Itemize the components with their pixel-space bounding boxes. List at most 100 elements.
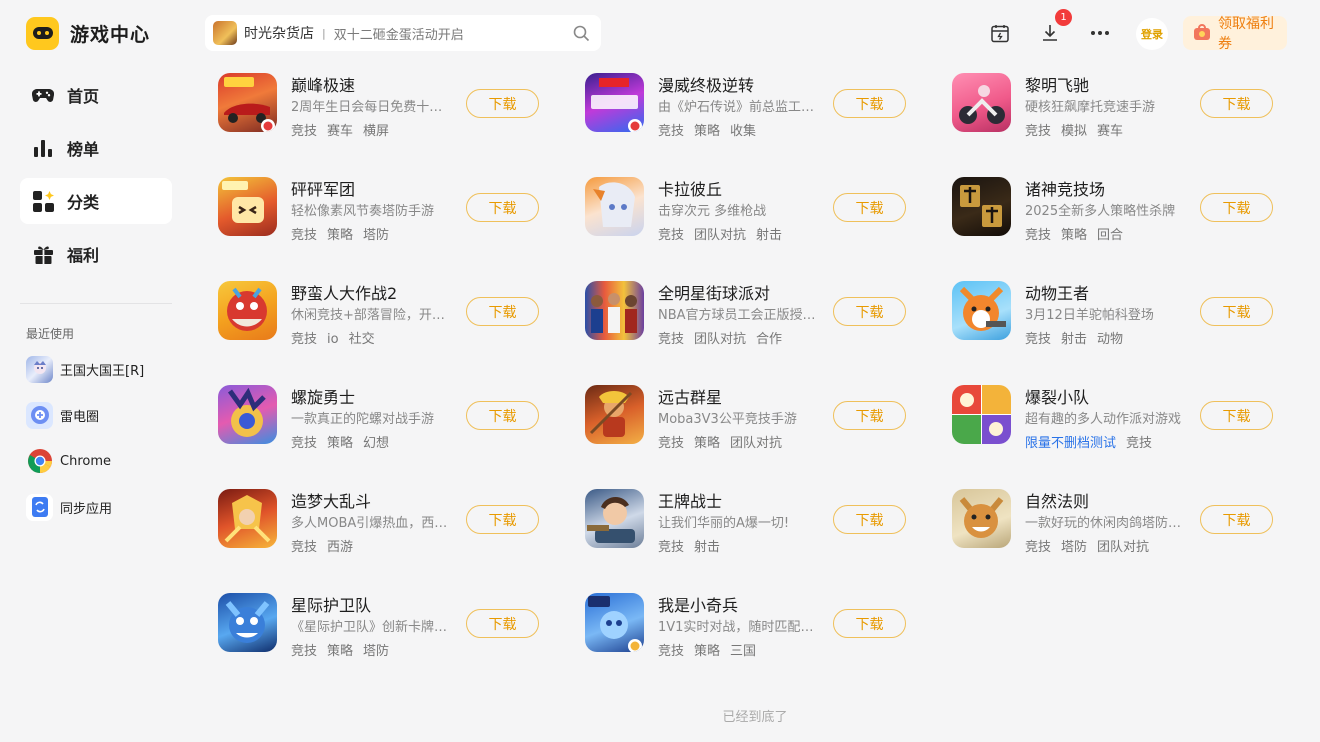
game-tag: 射击 — [694, 540, 721, 555]
game-tag: 团队对抗 — [730, 436, 783, 451]
download-button[interactable]: 下载 — [833, 193, 906, 222]
game-card[interactable]: 造梦大乱斗 多人MOBA引爆热血，西游群英集结 竞技西游 下载 — [218, 488, 548, 555]
game-tag: 塔防 — [363, 644, 390, 659]
game-card[interactable]: 漫威终极逆转 由《炉石传说》前总监工作室打造 竞技策略收集 下载 — [585, 72, 915, 139]
recent-item[interactable]: 雷电圈 — [26, 401, 176, 429]
game-tags: 竞技 射击 动物 — [1025, 328, 1133, 347]
sidebar-item-welfare[interactable]: 福利 — [20, 231, 172, 277]
game-card[interactable]: 卡拉彼丘 击穿次元 多维枪战 竞技 团队对抗 射击 下载 — [585, 176, 915, 243]
game-tags: 竞技 团队对抗 射击 — [658, 224, 792, 243]
game-icon — [952, 281, 1011, 340]
coupon-button[interactable]: 领取福利券 — [1183, 16, 1287, 52]
download-button[interactable]: 下载 — [833, 401, 906, 430]
sidebar-item-category[interactable]: 分类 — [20, 178, 172, 224]
game-desc: 硬核狂飙摩托竞速手游 — [1025, 100, 1156, 115]
search-shop-name: 时光杂货店 — [244, 26, 314, 42]
game-desc: 超有趣的多人动作派对游戏 — [1025, 412, 1182, 427]
download-button[interactable]: 下载 — [833, 609, 906, 638]
game-name: 星际护卫队 — [291, 596, 372, 615]
download-button[interactable]: 下载 — [833, 297, 906, 326]
game-icon — [952, 385, 1011, 444]
calendar-icon[interactable] — [987, 20, 1013, 46]
game-tag: 竞技 — [1025, 540, 1052, 555]
game-tag: 策略 — [327, 644, 354, 659]
sidebar-divider — [20, 303, 172, 304]
download-button[interactable]: 下载 — [1200, 505, 1273, 534]
game-card[interactable]: 黎明飞驰 硬核狂飙摩托竞速手游 竞技 模拟 赛车 下载 — [952, 72, 1282, 139]
game-name: 巅峰极速 — [291, 76, 356, 95]
game-name: 砰砰军团 — [291, 180, 356, 199]
game-desc: 2周年生日会每日免费十连抽 — [291, 100, 454, 115]
game-card[interactable]: 诸神竞技场 2025全新多人策略性杀牌 竞技 策略 回合 下载 — [952, 176, 1282, 243]
game-tags: 竞技 策略 幻想 — [291, 432, 399, 451]
game-card[interactable]: 螺旋勇士 一款真正的陀螺对战手游 竞技 策略 幻想 下载 — [218, 384, 548, 451]
game-tags: 限量不删档测试 竞技 — [1025, 432, 1162, 451]
sidebar-item-charts[interactable]: 榜单 — [20, 125, 172, 171]
download-button[interactable]: 下载 — [833, 505, 906, 534]
game-card[interactable]: 动物王者 3月12日羊驼帕科登场 竞技 射击 动物 下载 — [952, 280, 1282, 347]
game-card[interactable]: 远古群星 Moba3V3公平竞技手游 竞技 策略 团队对抗 下载 — [585, 384, 915, 451]
game-name: 爆裂小队 — [1025, 388, 1090, 407]
game-desc: NBA官方球员工会正版授权手游 — [658, 308, 821, 323]
game-tag: 团队对抗 — [694, 332, 747, 347]
game-name: 全明星街球派对 — [658, 284, 771, 303]
game-card[interactable]: 全明星街球派对 NBA官方球员工会正版授权手游 竞技团队对抗合作 下载 — [585, 280, 915, 347]
game-tags: 竞技 西游 — [291, 536, 363, 555]
game-tags: 竞技 策略 塔防 — [291, 224, 399, 243]
game-card[interactable]: 砰砰军团 轻松像素风节奏塔防手游 竞技 策略 塔防 下载 — [218, 176, 548, 243]
gamepad-icon — [32, 84, 54, 106]
search-bar[interactable]: 时光杂货店 | 双十二砸金蛋活动开启 — [205, 15, 601, 51]
game-card[interactable]: 巅峰极速 2周年生日会每日免费十连抽 竞技 赛车 横屏 下载 — [218, 72, 548, 139]
sidebar-item-home[interactable]: 首页 — [20, 72, 172, 118]
recent-item-label: Chrome — [60, 453, 111, 469]
sidebar-item-label: 分类 — [67, 193, 100, 212]
game-card[interactable]: 自然法则 一款好玩的休闲肉鸽塔防游戏 竞技 塔防 团队对抗 下载 — [952, 488, 1282, 555]
game-name: 黎明飞驰 — [1025, 76, 1090, 95]
game-card[interactable]: 野蛮人大作战2 休闲竞技+部落冒险，开启新篇章 竞技 io 社交 下载 — [218, 280, 548, 347]
game-name: 我是小奇兵 — [658, 596, 739, 615]
game-tag: 竞技 — [291, 332, 318, 347]
game-tags: 竞技 策略 收集 — [658, 120, 766, 139]
game-desc: 2025全新多人策略性杀牌 — [1025, 204, 1176, 219]
download-button[interactable]: 下载 — [466, 89, 539, 118]
game-desc: 击穿次元 多维枪战 — [658, 204, 767, 219]
download-button[interactable]: 下载 — [466, 609, 539, 638]
game-icon — [952, 177, 1011, 236]
download-button[interactable]: 下载 — [1200, 193, 1273, 222]
game-card[interactable]: 王牌战士 让我们华丽的A爆一切! 竞技 射击 下载 — [585, 488, 915, 555]
download-button[interactable]: 下载 — [466, 297, 539, 326]
login-button[interactable]: 登录 — [1136, 18, 1168, 50]
bar-chart-icon — [32, 137, 54, 159]
download-button[interactable]: 下载 — [466, 401, 539, 430]
game-tag: 收集 — [730, 124, 757, 139]
download-button[interactable]: 下载 — [466, 505, 539, 534]
game-tag: 赛车 — [327, 124, 354, 139]
download-button[interactable]: 下载 — [1200, 297, 1273, 326]
recent-item[interactable]: 同步应用 — [26, 493, 176, 521]
download-button[interactable]: 下载 — [1200, 89, 1273, 118]
search-icon[interactable] — [571, 23, 591, 43]
game-tag: 策略 — [694, 644, 721, 659]
search-hint: 双十二砸金蛋活动开启 — [333, 27, 464, 43]
game-icon — [218, 489, 277, 548]
gift-icon — [32, 243, 54, 265]
game-desc: 由《炉石传说》前总监工作室打造 — [658, 100, 821, 115]
game-card[interactable]: 星际护卫队 《星际护卫队》创新卡牌策略手游 竞技策略塔防 下载 — [218, 592, 548, 659]
game-icon — [585, 73, 644, 132]
game-tags: 竞技 团队对抗 合作 — [658, 328, 792, 347]
game-desc: Moba3V3公平竞技手游 — [658, 412, 797, 427]
recent-item[interactable]: 王国大国王[R] — [26, 355, 176, 383]
game-tag: 竞技 — [658, 228, 685, 243]
recent-item[interactable]: Chrome — [26, 447, 176, 475]
game-icon — [218, 281, 277, 340]
download-button[interactable]: 下载 — [833, 89, 906, 118]
game-tag: 动物 — [1097, 332, 1124, 347]
download-button[interactable]: 下载 — [1200, 401, 1273, 430]
download-button[interactable]: 下载 — [466, 193, 539, 222]
game-tag: 竞技 — [1025, 228, 1052, 243]
more-icon[interactable] — [1087, 20, 1113, 46]
game-card[interactable]: 我是小奇兵 1V1实时对战，随时匹配畅快竞技 竞技策略三国 下载 — [585, 592, 915, 659]
game-tag: 策略 — [327, 228, 354, 243]
game-card[interactable]: 爆裂小队 超有趣的多人动作派对游戏 限量不删档测试 竞技 下载 — [952, 384, 1282, 451]
game-tag: 竞技 — [291, 436, 318, 451]
